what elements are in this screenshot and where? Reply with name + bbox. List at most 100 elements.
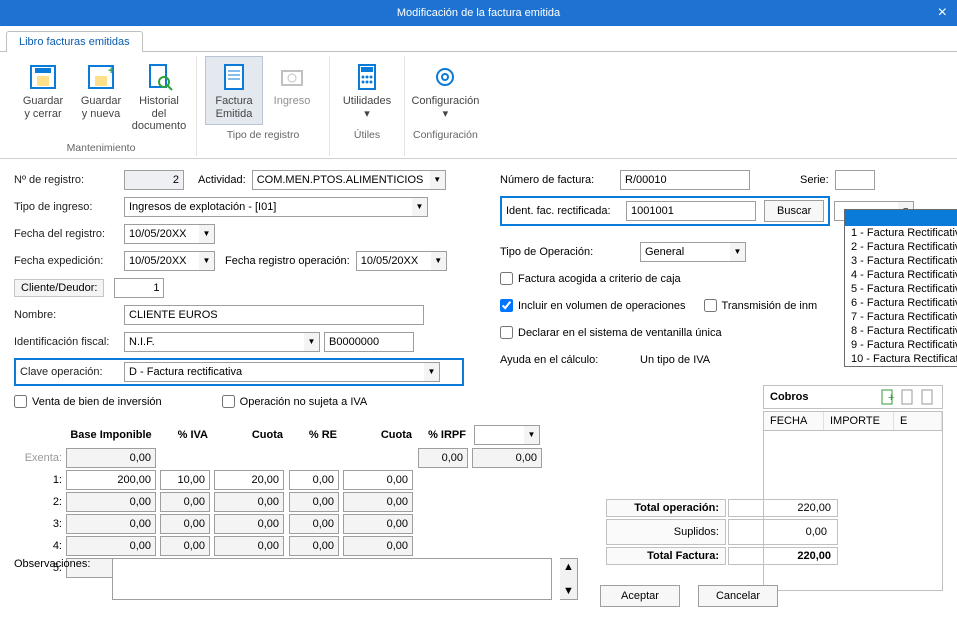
r1-pre[interactable]: [289, 470, 339, 490]
nombre-field[interactable]: [124, 305, 424, 325]
col-cuota: Cuota: [212, 423, 287, 447]
list-item[interactable]: 6 - Factura Rectificativa P: [845, 296, 957, 310]
r1-cuota[interactable]: [214, 470, 284, 490]
chevron-down-icon[interactable]: ▼: [424, 362, 440, 382]
ident-rect-field[interactable]: [626, 201, 756, 221]
obs-label: Observaciones:: [14, 558, 104, 570]
chk-decl-vent[interactable]: Declarar en el sistema de ventanilla úni…: [500, 326, 722, 339]
exenta-irpf[interactable]: [472, 448, 542, 468]
idfiscal-label: Identificación fiscal:: [14, 336, 124, 348]
list-item[interactable]: 3 - Factura Rectificativa (A: [845, 254, 957, 268]
total-fact-label: Total Factura:: [606, 547, 726, 565]
col-e: E: [894, 412, 942, 430]
cliente-label[interactable]: Cliente/Deudor:: [14, 279, 104, 297]
exenta-base[interactable]: [66, 448, 156, 468]
tab-libro-facturas[interactable]: Libro facturas emitidas: [6, 31, 143, 52]
chevron-down-icon[interactable]: ▼: [730, 242, 746, 262]
r1-base[interactable]: [66, 470, 156, 490]
chevron-down-icon[interactable]: ▼: [431, 251, 447, 271]
fecha-reg-op-field[interactable]: [356, 251, 431, 271]
svg-text:+: +: [888, 392, 894, 404]
tabstrip: Libro facturas emitidas: [0, 26, 957, 52]
col-cuota2: Cuota: [341, 423, 416, 447]
chk-incluir-vol[interactable]: Incluir en volumen de operaciones: [500, 299, 686, 312]
row-exenta-label: Exenta:: [14, 447, 64, 469]
scrollbar[interactable]: ▲▼: [560, 558, 578, 600]
nombre-label: Nombre:: [14, 309, 124, 321]
col-base: Base Imponible: [64, 423, 158, 447]
chevron-down-icon[interactable]: ▼: [524, 425, 540, 445]
r1-piva[interactable]: [160, 470, 210, 490]
r1-cuota2[interactable]: [343, 470, 413, 490]
col-piva: % IVA: [158, 423, 212, 447]
ident-rect-label: Ident. fac. rectificada:: [506, 205, 618, 217]
actividad-label: Actividad:: [198, 174, 246, 186]
list-item[interactable]: 10 - Factura Rectificativa: [845, 352, 957, 366]
chk-trans-inm[interactable]: Transmisión de inm: [704, 299, 818, 312]
exenta-irpf-pct[interactable]: [418, 448, 468, 468]
list-item[interactable]: 9 - Factura Rectificativa P: [845, 338, 957, 352]
aceptar-button[interactable]: Aceptar: [600, 585, 680, 607]
nfactura-field[interactable]: [620, 170, 750, 190]
document-search-icon: [143, 61, 175, 93]
group-label-config: Configuración: [413, 127, 478, 143]
close-icon[interactable]: ×: [938, 4, 947, 22]
chevron-down-icon[interactable]: ▼: [430, 170, 446, 190]
chk-op-no-sujeta[interactable]: Operación no sujeta a IVA: [222, 395, 368, 408]
clave-label: Clave operación:: [20, 366, 124, 378]
ayuda-label: Ayuda en el cálculo:: [500, 354, 640, 366]
ayuda-value: Un tipo de IVA: [640, 354, 710, 366]
add-doc-icon[interactable]: +: [880, 389, 896, 405]
serie-label: Serie:: [800, 174, 829, 186]
ingreso-button[interactable]: Ingreso: [263, 56, 321, 125]
nregistro-field[interactable]: [124, 170, 184, 190]
chk-fact-caja[interactable]: Factura acogida a criterio de caja: [500, 272, 681, 285]
buscar-button[interactable]: Buscar: [764, 200, 824, 222]
clave-operacion-field[interactable]: [124, 362, 424, 382]
idfiscal-value-field[interactable]: [324, 332, 414, 352]
history-button[interactable]: Historial deldocumento: [130, 56, 188, 138]
fecha-exped-label: Fecha expedición:: [14, 255, 124, 267]
gear-icon: [429, 61, 461, 93]
factura-emitida-button[interactable]: FacturaEmitida: [205, 56, 263, 125]
tipo-op-field[interactable]: [640, 242, 730, 262]
idfiscal-type-field[interactable]: [124, 332, 304, 352]
cliente-field[interactable]: [114, 278, 164, 298]
list-item[interactable]: 2 - Factura Rectificativa (A: [845, 240, 957, 254]
chevron-down-icon[interactable]: ▼: [304, 332, 320, 352]
tipo-ingreso-field[interactable]: [124, 197, 412, 217]
configuracion-button[interactable]: Configuración▾: [416, 56, 474, 125]
col-fecha: FECHA: [764, 412, 824, 430]
list-item[interactable]: 7 - Factura Rectificativa P: [845, 310, 957, 324]
chevron-down-icon[interactable]: ▼: [199, 224, 215, 244]
edit-doc-icon[interactable]: [900, 389, 916, 405]
window-title: Modificación de la factura emitida: [397, 7, 560, 19]
rectificativa-dropdown[interactable]: 1 - Factura Rectificativa (E 2 - Factura…: [844, 209, 957, 367]
nregistro-label: Nº de registro:: [14, 174, 124, 186]
fecha-exped-field[interactable]: [124, 251, 199, 271]
actividad-field[interactable]: [252, 170, 430, 190]
chevron-down-icon[interactable]: ▼: [199, 251, 215, 271]
save-close-button[interactable]: Guardary cerrar: [14, 56, 72, 138]
irpf-type-field[interactable]: [474, 425, 524, 445]
save-plus-icon: +: [85, 61, 117, 93]
list-item[interactable]: 8 - Factura Rectificativa P: [845, 324, 957, 338]
chk-venta-bien[interactable]: Venta de bien de inversión: [14, 395, 162, 408]
list-item[interactable]: 5 - Factura Rectificativa e: [845, 282, 957, 296]
list-item[interactable]: 4 - Factura Rectificativa (F: [845, 268, 957, 282]
fecha-registro-label: Fecha del registro:: [14, 228, 124, 240]
tipo-ingreso-label: Tipo de ingreso:: [14, 201, 124, 213]
list-item[interactable]: 1 - Factura Rectificativa (E: [845, 226, 957, 240]
chevron-down-icon[interactable]: ▼: [412, 197, 428, 217]
utilidades-button[interactable]: Utilidades▾: [338, 56, 396, 125]
cancelar-button[interactable]: Cancelar: [698, 585, 778, 607]
svg-text:+: +: [108, 65, 114, 77]
del-doc-icon[interactable]: [920, 389, 936, 405]
obs-textarea[interactable]: [112, 558, 552, 600]
income-icon: [276, 61, 308, 93]
cobros-title: Cobros: [770, 391, 809, 403]
cobros-table[interactable]: FECHA IMPORTE E: [763, 411, 943, 591]
fecha-registro-field[interactable]: [124, 224, 199, 244]
save-new-button[interactable]: + Guardary nueva: [72, 56, 130, 138]
serie-field[interactable]: [835, 170, 875, 190]
